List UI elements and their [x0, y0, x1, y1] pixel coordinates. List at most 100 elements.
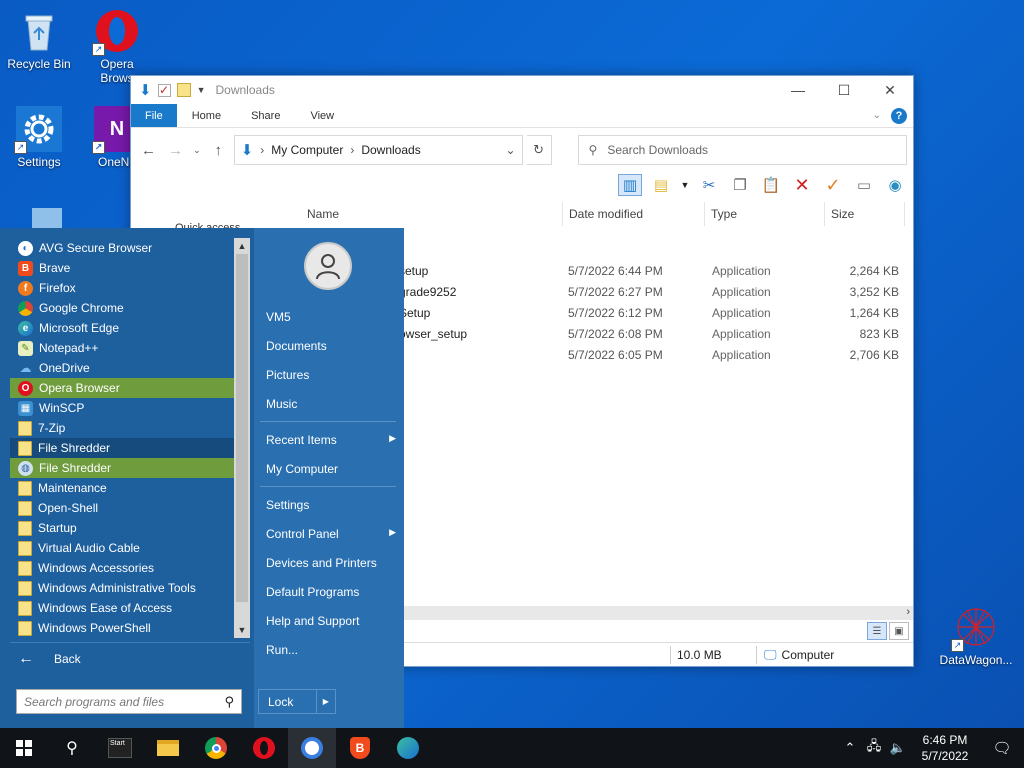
tab-share[interactable]: Share [236, 104, 295, 127]
rename-icon[interactable]: ▭ [852, 174, 876, 196]
scrollbar-thumb[interactable] [236, 254, 248, 602]
desktop-icon-opera[interactable]: ↗ Opera Brows [85, 8, 149, 85]
volume-icon[interactable]: 🔈 [886, 740, 910, 756]
program-virtual-audio-cable[interactable]: Virtual Audio Cable [10, 538, 234, 558]
up-arrow-icon[interactable]: ↑ [207, 142, 230, 159]
new-folder-icon[interactable]: ▤ [649, 174, 673, 196]
breadcrumb-downloads[interactable]: Downloads [361, 143, 420, 157]
taskbar-opera[interactable] [240, 728, 288, 768]
menu-item-recent-items[interactable]: Recent Items ▶ [266, 433, 396, 447]
taskbar-avg-browser[interactable] [288, 728, 336, 768]
help-button[interactable]: ? [891, 107, 907, 124]
menu-item-documents[interactable]: Documents [266, 339, 396, 353]
back-button[interactable]: ← Back [18, 650, 81, 668]
search-input[interactable]: ⚲ Search Downloads [577, 135, 907, 165]
program-brave[interactable]: B Brave [10, 258, 234, 278]
program-file-shredder-folder[interactable]: File Shredder [10, 438, 234, 458]
clock[interactable]: 6:46 PM 5/7/2022 [910, 732, 980, 764]
properties-icon[interactable]: ✓ [157, 83, 171, 97]
taskbar-edge[interactable] [384, 728, 432, 768]
taskbar-chrome[interactable] [192, 728, 240, 768]
tab-view[interactable]: View [295, 104, 349, 127]
breadcrumb-separator-icon[interactable]: › [260, 143, 264, 157]
globe-icon[interactable]: ◉ [883, 174, 907, 196]
lock-button[interactable]: Lock ▶ [258, 689, 336, 714]
avatar[interactable] [304, 242, 352, 290]
menu-item-user[interactable]: VM5 [266, 310, 396, 324]
checkmark-icon[interactable]: ✓ [821, 174, 845, 196]
horizontal-scrollbar[interactable]: › [404, 606, 913, 620]
menu-item-my-computer[interactable]: My Computer [266, 462, 396, 476]
menu-item-run[interactable]: Run... [266, 643, 396, 657]
breadcrumb-separator-icon[interactable]: › [350, 143, 354, 157]
minimize-button[interactable]: — [775, 76, 821, 104]
chevron-down-icon[interactable]: ▼ [680, 174, 690, 196]
column-name[interactable]: Name [301, 202, 563, 226]
program-windows-ease-of-access[interactable]: Windows Ease of Access [10, 598, 234, 618]
taskbar-file-explorer[interactable] [144, 728, 192, 768]
new-folder-icon[interactable] [176, 83, 191, 97]
program-windows-powershell[interactable]: Windows PowerShell [10, 618, 234, 638]
details-view-icon[interactable]: ☰ [867, 622, 887, 640]
program-file-shredder[interactable]: ◍ File Shredder [10, 458, 234, 478]
column-date-modified[interactable]: Date modified [563, 202, 705, 226]
taskbar-search-button[interactable]: ⚲ [48, 728, 96, 768]
menu-item-pictures[interactable]: Pictures [266, 368, 396, 382]
program-microsoft-edge[interactable]: e Microsoft Edge [10, 318, 234, 338]
menu-item-devices-and-printers[interactable]: Devices and Printers [266, 556, 396, 570]
scroll-right-icon[interactable]: › [906, 606, 910, 618]
menu-item-music[interactable]: Music [266, 397, 396, 411]
column-size[interactable]: Size [825, 202, 905, 226]
address-bar[interactable]: ⬇ › My Computer › Downloads ⌄ [233, 135, 523, 165]
chevron-down-icon[interactable]: ⌄ [505, 143, 515, 157]
tab-home[interactable]: Home [177, 104, 236, 127]
menu-item-control-panel[interactable]: Control Panel ▶ [266, 527, 396, 541]
cut-icon[interactable]: ✂ [697, 174, 721, 196]
tab-file[interactable]: File [131, 104, 177, 127]
refresh-button[interactable]: ↻ [526, 135, 552, 165]
program-list-scrollbar[interactable]: ▲ ▼ [234, 238, 250, 638]
search-programs-input[interactable]: Search programs and files ⚲ [16, 689, 242, 714]
expand-ribbon-icon[interactable]: ⌄ [873, 110, 881, 121]
desktop-icon-datawagon[interactable]: ↗ DataWagon... [938, 604, 1014, 667]
paste-icon[interactable]: 📋 [759, 174, 783, 196]
delete-icon[interactable]: ✕ [790, 174, 814, 196]
recent-locations-icon[interactable]: ⌄ [191, 145, 203, 156]
menu-item-settings[interactable]: Settings [266, 498, 396, 512]
program-windows-accessories[interactable]: Windows Accessories [10, 558, 234, 578]
program-onedrive[interactable]: ☁ OneDrive [10, 358, 234, 378]
program-firefox[interactable]: f Firefox [10, 278, 234, 298]
taskbar-brave[interactable]: B [336, 728, 384, 768]
notification-icon[interactable]: 🗨 [980, 739, 1024, 757]
program-maintenance[interactable]: Maintenance [10, 478, 234, 498]
preview-pane-icon[interactable]: ▥ [618, 174, 642, 196]
close-button[interactable]: ✕ [867, 76, 913, 104]
chevron-down-icon[interactable]: ▼ [197, 85, 206, 95]
network-icon[interactable]: 🖧 [862, 737, 886, 759]
program-opera-browser[interactable]: O Opera Browser [10, 378, 234, 398]
menu-item-help-and-support[interactable]: Help and Support [266, 614, 396, 628]
taskbar-open-shell[interactable]: Start [96, 728, 144, 768]
back-arrow-icon[interactable]: ← [137, 142, 160, 159]
scroll-up-icon[interactable]: ▲ [234, 238, 250, 254]
desktop-icon-settings[interactable]: ↗ Settings [7, 106, 71, 169]
chevron-right-icon[interactable]: ▶ [315, 690, 335, 713]
menu-item-default-programs[interactable]: Default Programs [266, 585, 396, 599]
program-7-zip[interactable]: 7-Zip [10, 418, 234, 438]
desktop-icon-recycle-bin[interactable]: Recycle Bin [7, 8, 71, 71]
start-button[interactable] [0, 728, 48, 768]
program-avg-secure-browser[interactable]: ◐ AVG Secure Browser [10, 238, 234, 258]
program-notepad-plus-plus[interactable]: ✎ Notepad++ [10, 338, 234, 358]
program-open-shell[interactable]: Open-Shell [10, 498, 234, 518]
copy-icon[interactable]: ❐ [728, 174, 752, 196]
breadcrumb-my-computer[interactable]: My Computer [271, 143, 343, 157]
program-startup[interactable]: Startup [10, 518, 234, 538]
maximize-button[interactable]: ☐ [821, 76, 867, 104]
column-type[interactable]: Type [705, 202, 825, 226]
scroll-down-icon[interactable]: ▼ [234, 622, 250, 638]
program-windows-administrative-tools[interactable]: Windows Administrative Tools [10, 578, 234, 598]
chevron-up-icon[interactable]: ⌃ [838, 740, 862, 756]
forward-arrow-icon[interactable]: → [164, 142, 187, 159]
program-winscp[interactable]: ▦ WinSCP [10, 398, 234, 418]
large-icons-view-icon[interactable]: ▣ [889, 622, 909, 640]
